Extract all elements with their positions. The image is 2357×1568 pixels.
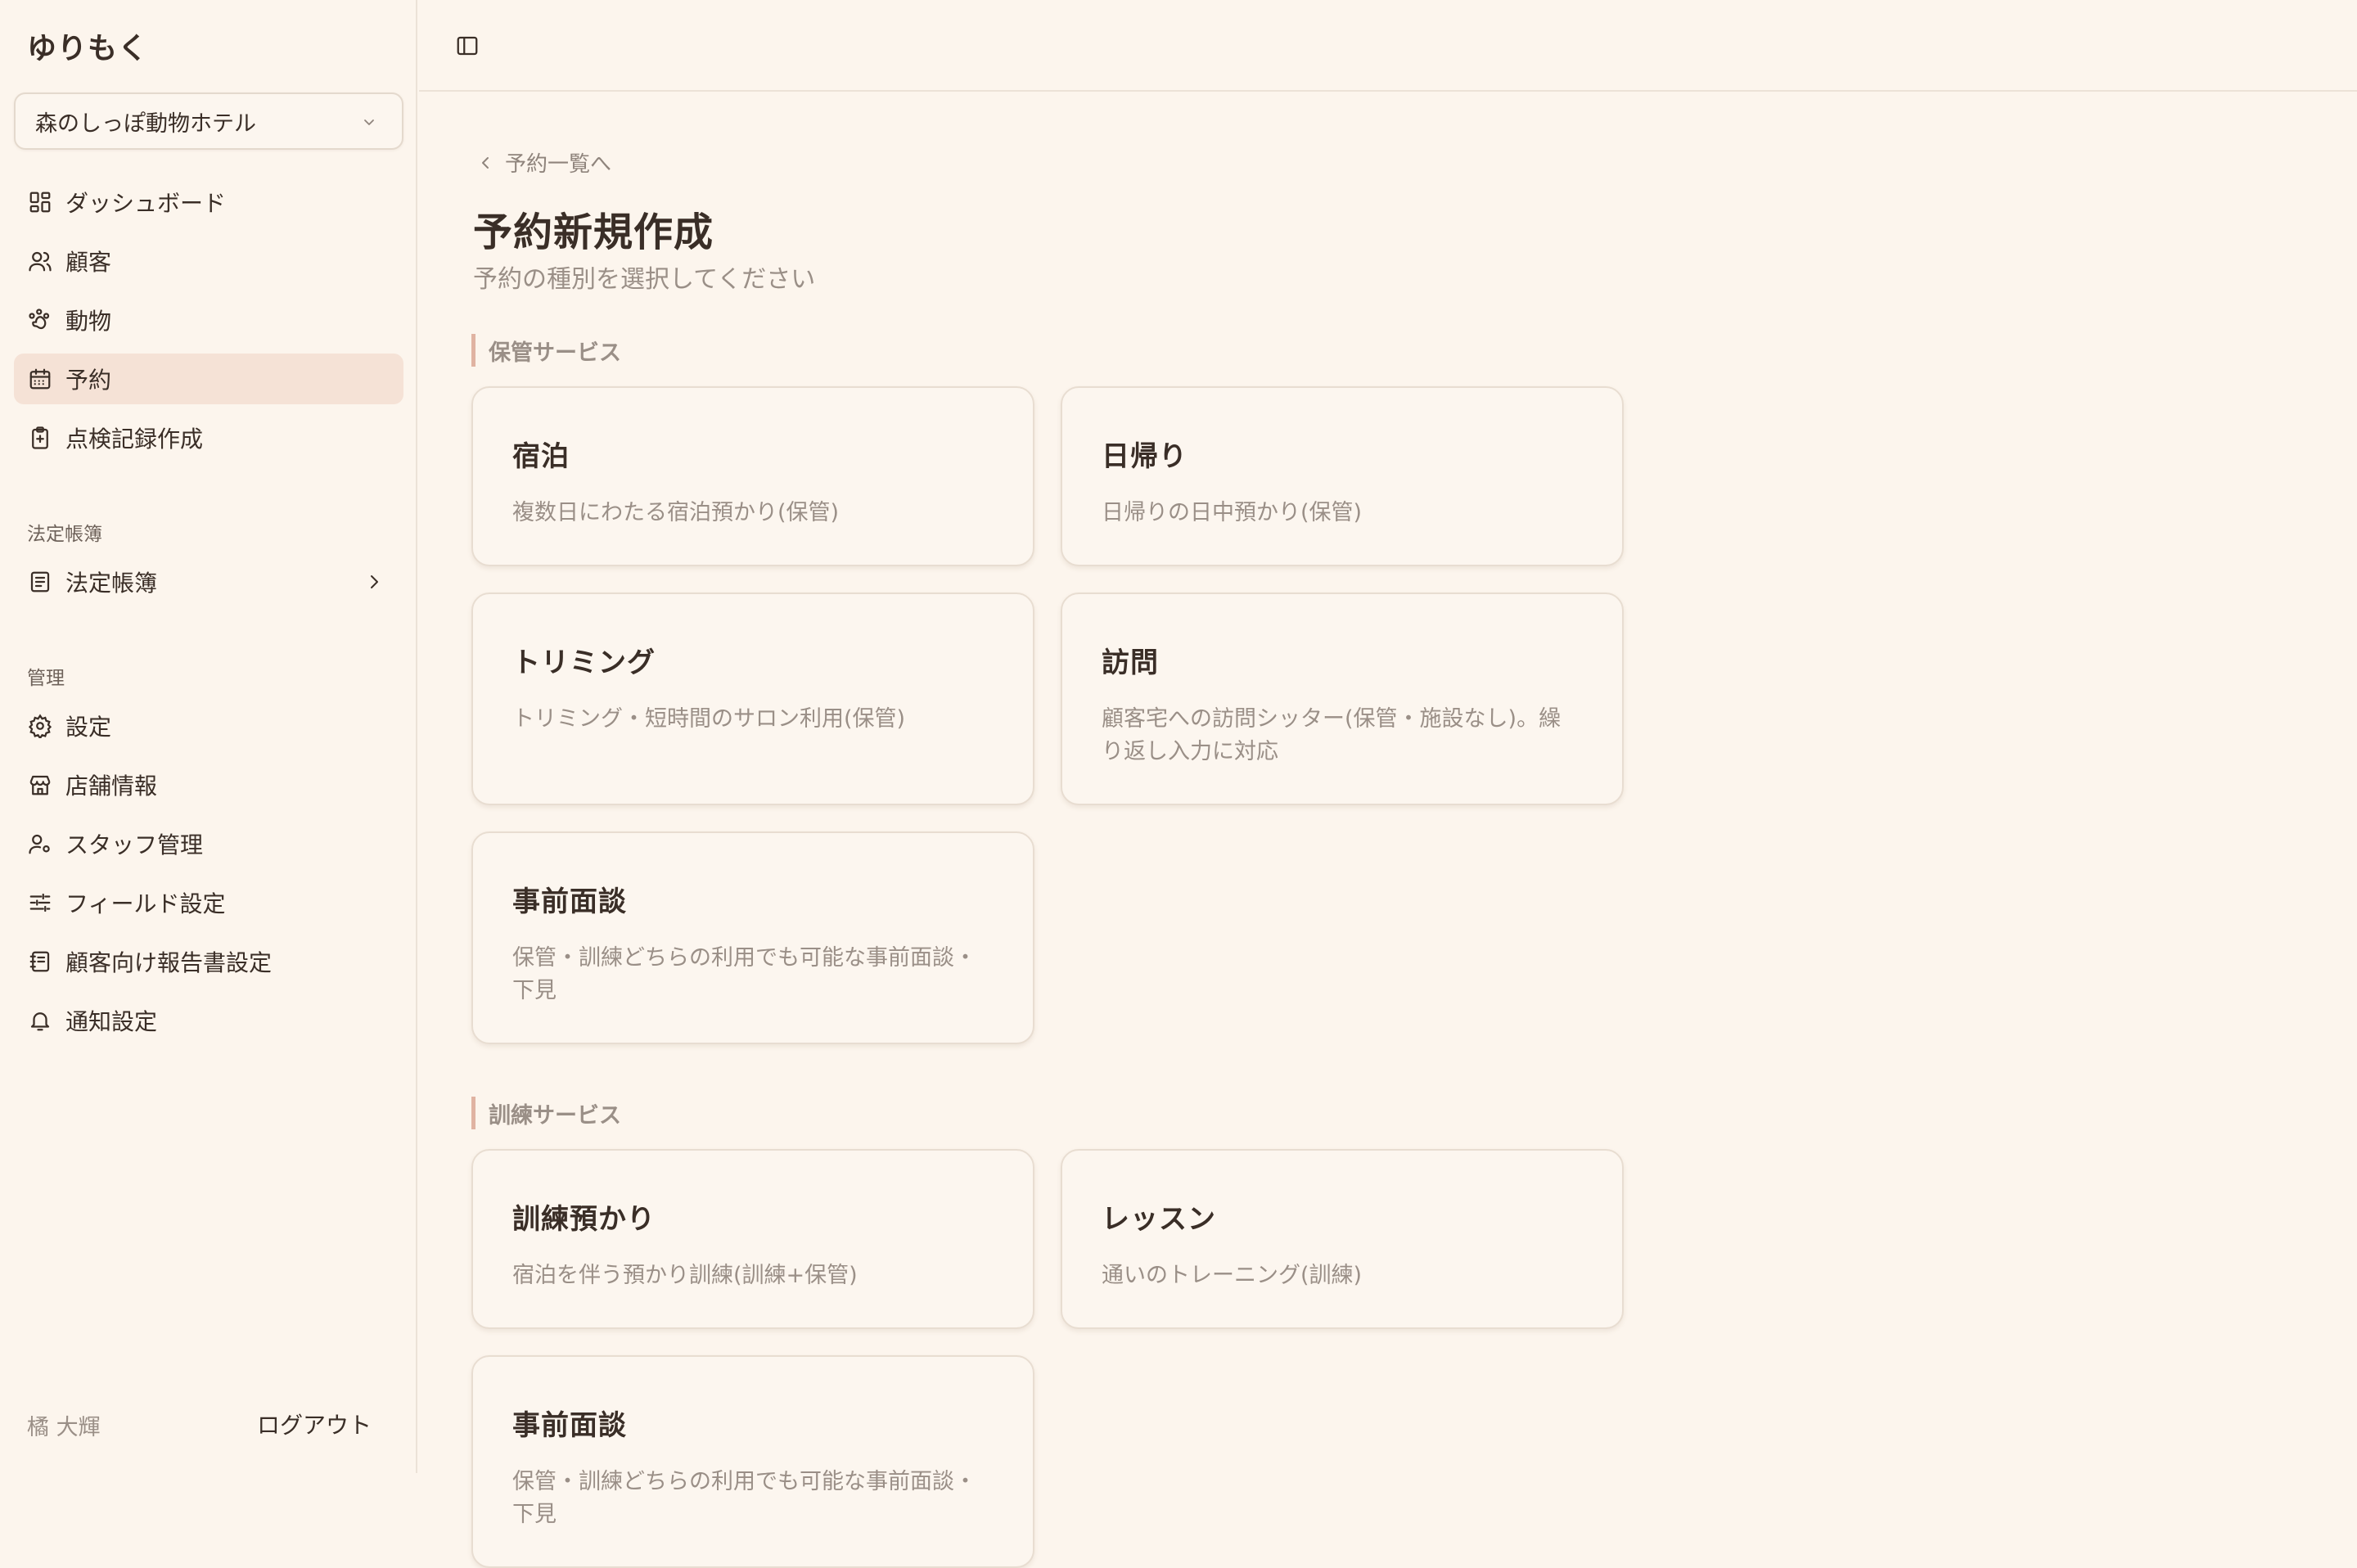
sidebar-item-label: 顧客向け報告書設定 — [65, 949, 273, 976]
reservation-type-card[interactable]: 宿泊 複数日にわたる宿泊預かり(保管) — [471, 386, 1034, 566]
card-title: 日帰り — [1102, 440, 1188, 473]
bell-icon — [27, 1007, 53, 1034]
sidebar-item-animals[interactable]: 動物 — [14, 295, 403, 345]
sidebar-item-label: 店舗情報 — [65, 773, 158, 800]
store-selector-value: 森のしっぽ動物ホテル — [35, 110, 256, 137]
card-description: トリミング・短時間のサロン利用(保管) — [512, 706, 906, 732]
sidebar-item-customers[interactable]: 顧客 — [14, 236, 403, 286]
current-user-name: 橘 大輝 — [27, 1415, 101, 1440]
dashboard-icon — [27, 189, 53, 215]
sidebar-item-ledger[interactable]: 法定帳簿 — [14, 556, 403, 607]
sidebar-item-label: 動物 — [65, 308, 112, 335]
top-bar — [419, 0, 2357, 92]
card-title: トリミング — [512, 647, 656, 679]
sidebar-item-label: 通知設定 — [65, 1008, 158, 1035]
reservation-type-card[interactable]: 日帰り 日帰りの日中預かり(保管) — [1061, 386, 1624, 566]
group-header-training: 訓練サービス — [471, 1097, 621, 1129]
store-selector[interactable]: 森のしっぽ動物ホテル — [14, 92, 403, 150]
gear-icon — [27, 713, 53, 739]
sidebar: ゆりもく 森のしっぽ動物ホテル ダッシュボード 顧客 動物 予約 点検記録作成 — [0, 0, 417, 1473]
card-title: 訓練預かり — [512, 1203, 656, 1236]
reservation-type-card[interactable]: 訓練預かり 宿泊を伴う預かり訓練(訓練+保管) — [471, 1149, 1034, 1329]
sidebar-item-notification-settings[interactable]: 通知設定 — [14, 995, 403, 1046]
reservation-type-card[interactable]: 訪問 顧客宅への訪問シッター(保管・施設なし)。繰り返し入力に対応 — [1061, 593, 1624, 805]
sidebar-item-reservations[interactable]: 予約 — [14, 354, 403, 404]
section-label-ledger: 法定帳簿 — [27, 524, 102, 545]
sidebar-item-store-info[interactable]: 店舗情報 — [14, 759, 403, 810]
card-description: 通いのトレーニング(訓練) — [1102, 1263, 1363, 1288]
user-cog-icon — [27, 831, 53, 857]
sidebar-item-label: 法定帳簿 — [65, 570, 158, 597]
card-title: 事前面談 — [512, 885, 627, 918]
card-description: 保管・訓練どちらの利用でも可能な事前面談・下見 — [512, 1469, 976, 1527]
sidebar-toggle-icon[interactable] — [455, 34, 480, 58]
paw-icon — [27, 307, 53, 333]
sidebar-item-label: 点検記録作成 — [65, 426, 204, 453]
card-title: 宿泊 — [512, 440, 570, 473]
group-header-storage: 保管サービス — [471, 334, 621, 367]
reservation-type-card[interactable]: 事前面談 保管・訓練どちらの利用でも可能な事前面談・下見 — [471, 1355, 1034, 1568]
sidebar-item-staff[interactable]: スタッフ管理 — [14, 818, 403, 869]
reservation-type-card[interactable]: 事前面談 保管・訓練どちらの利用でも可能な事前面談・下見 — [471, 831, 1034, 1044]
sidebar-item-label: スタッフ管理 — [65, 831, 204, 858]
users-icon — [27, 248, 53, 274]
card-title: 訪問 — [1102, 647, 1159, 679]
brand-logo: ゆりもく — [27, 32, 149, 65]
card-description: 宿泊を伴う預かり訓練(訓練+保管) — [512, 1263, 858, 1288]
back-link-label: 予約一覧へ — [505, 152, 612, 177]
notebook-icon — [27, 948, 53, 975]
sliders-icon — [27, 890, 53, 916]
sidebar-item-report-settings[interactable]: 顧客向け報告書設定 — [14, 936, 403, 987]
card-description: 複数日にわたる宿泊預かり(保管) — [512, 500, 840, 525]
sidebar-item-label: 設定 — [65, 714, 112, 741]
back-to-reservations-link[interactable]: 予約一覧へ — [477, 147, 611, 178]
logout-button[interactable]: ログアウト — [257, 1408, 372, 1440]
sidebar-item-field-settings[interactable]: フィールド設定 — [14, 877, 403, 928]
page-title: 予約新規作成 — [473, 210, 714, 255]
sidebar-item-inspection-record[interactable]: 点検記録作成 — [14, 412, 403, 463]
card-description: 日帰りの日中預かり(保管) — [1102, 500, 1363, 525]
section-label-admin: 管理 — [27, 668, 65, 689]
page-subtitle: 予約の種別を選択してください — [473, 265, 816, 294]
sidebar-item-label: フィールド設定 — [65, 890, 226, 917]
clipboard-plus-icon — [27, 425, 53, 451]
sidebar-item-label: 顧客 — [65, 249, 112, 276]
book-icon — [27, 569, 53, 595]
sidebar-item-label: 予約 — [65, 367, 112, 394]
chevron-down-icon — [364, 119, 374, 125]
reservation-type-card[interactable]: トリミング トリミング・短時間のサロン利用(保管) — [471, 593, 1034, 805]
reservation-type-card[interactable]: レッスン 通いのトレーニング(訓練) — [1061, 1149, 1624, 1329]
chevron-left-icon — [482, 156, 489, 169]
sidebar-item-dashboard[interactable]: ダッシュボード — [14, 177, 403, 228]
store-icon — [27, 772, 53, 798]
card-title: レッスン — [1102, 1203, 1216, 1236]
card-description: 顧客宅への訪問シッター(保管・施設なし)。繰り返し入力に対応 — [1102, 706, 1562, 764]
card-description: 保管・訓練どちらの利用でも可能な事前面談・下見 — [512, 945, 976, 1003]
calendar-icon — [27, 366, 53, 392]
sidebar-item-label: ダッシュボード — [65, 190, 227, 217]
card-title: 事前面談 — [512, 1409, 627, 1442]
sidebar-item-settings[interactable]: 設定 — [14, 701, 403, 751]
chevron-right-icon — [371, 575, 378, 588]
